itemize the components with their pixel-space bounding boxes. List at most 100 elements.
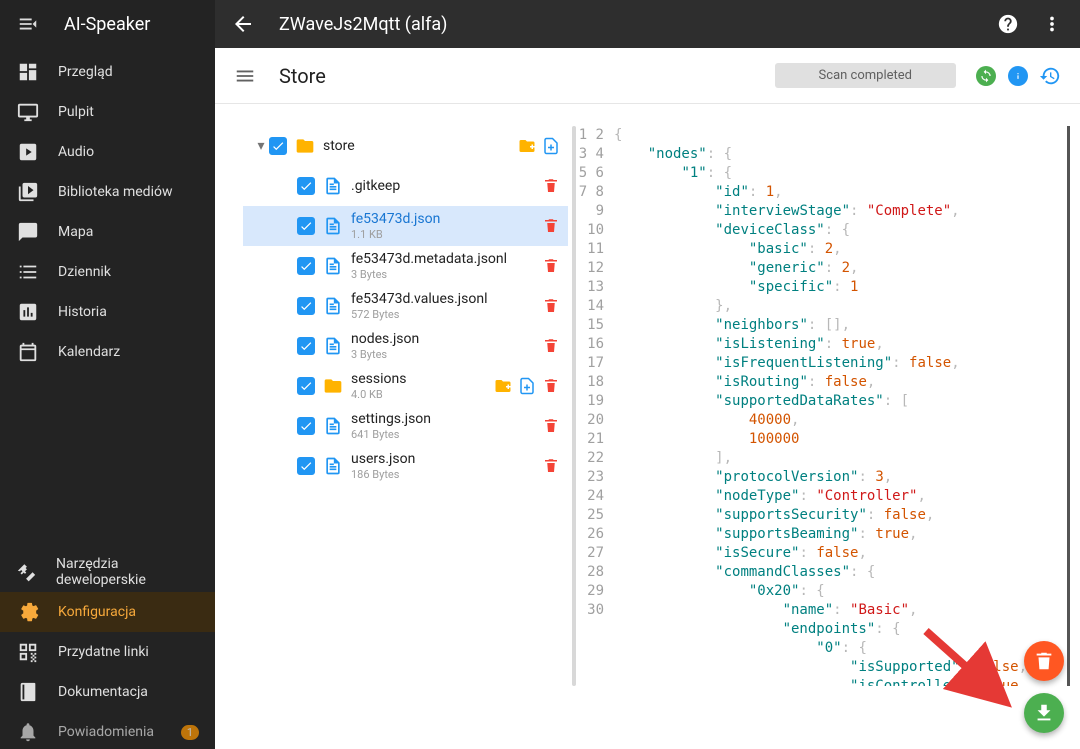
checkbox[interactable] [297, 337, 315, 355]
new-folder-icon[interactable] [494, 377, 512, 395]
file-size: 572 Bytes [351, 308, 542, 321]
new-file-icon[interactable] [518, 377, 536, 395]
file-name: users.json [351, 451, 542, 468]
file-icon [323, 216, 343, 236]
folder-icon [323, 376, 343, 396]
file-name: nodes.json [351, 331, 542, 348]
sidebar-item-label: Mapa [58, 224, 93, 240]
calendar-icon [16, 340, 40, 364]
more-icon[interactable] [1040, 12, 1064, 36]
file-tree: ▾ store .gitkeep fe53473d.json 1.1 KB fe… [243, 126, 568, 749]
sidebar-item-label: Biblioteka mediów [58, 184, 172, 200]
sidebar-item-label: Dokumentacja [58, 684, 148, 700]
delete-icon[interactable] [542, 417, 560, 435]
hammer-icon [16, 560, 38, 584]
file-size: 1.1 KB [351, 228, 542, 241]
folder-name: store [323, 138, 518, 155]
delete-icon[interactable] [542, 257, 560, 275]
hamburger-icon[interactable] [233, 64, 257, 88]
sub-title: Store [279, 64, 775, 88]
delete-icon[interactable] [542, 177, 560, 195]
history-button[interactable] [1038, 64, 1062, 88]
back-icon[interactable] [231, 12, 255, 36]
file-icon [323, 336, 343, 356]
help-icon[interactable] [996, 12, 1020, 36]
sidebar-item-label: Powiadomienia [58, 724, 154, 740]
checkbox[interactable] [297, 457, 315, 475]
file-icon [323, 416, 343, 436]
sidebar-item-label: Narzędzia deweloperskie [56, 556, 199, 588]
sidebar-item-history[interactable]: Historia [0, 292, 215, 332]
sidebar-item-media[interactable]: Biblioteka mediów [0, 172, 215, 212]
tree-item[interactable]: fe53473d.json 1.1 KB [243, 206, 568, 246]
checkbox[interactable] [297, 177, 315, 195]
delete-icon[interactable] [542, 377, 560, 395]
checkbox[interactable] [297, 377, 315, 395]
scan-completed-badge[interactable]: Scan completed [775, 63, 956, 88]
sidebar-item-label: Przydatne linki [58, 644, 149, 660]
tree-item[interactable]: sessions 4.0 KB [243, 366, 568, 406]
file-name: fe53473d.metadata.jsonl [351, 251, 542, 268]
bell-icon [16, 720, 40, 744]
sidebar-item-label: Audio [58, 144, 94, 160]
delete-icon[interactable] [542, 217, 560, 235]
sidebar-item-calendar[interactable]: Kalendarz [0, 332, 215, 372]
code-body[interactable]: { "nodes": { "1": { "id": 1, "interviewS… [614, 126, 1067, 686]
file-name: .gitkeep [351, 178, 542, 195]
sidebar-item-map[interactable]: Mapa [0, 212, 215, 252]
delete-icon[interactable] [542, 457, 560, 475]
sidebar-item-audio[interactable]: Audio [0, 132, 215, 172]
file-size: 3 Bytes [351, 268, 542, 281]
topbar: ZWaveJs2Mqtt (alfa) [215, 0, 1080, 48]
code-viewer: 1 2 3 4 5 6 7 8 9 10 11 12 13 14 15 16 1… [576, 126, 1070, 749]
new-folder-icon[interactable] [518, 137, 536, 155]
caret-down-icon[interactable]: ▾ [253, 138, 269, 154]
info-button[interactable] [1008, 66, 1028, 86]
new-file-icon[interactable] [542, 137, 560, 155]
download-fab[interactable] [1024, 693, 1064, 733]
sidebar-item-label: Pulpit [58, 104, 94, 120]
tree-item[interactable]: fe53473d.metadata.jsonl 3 Bytes [243, 246, 568, 286]
checkbox[interactable] [269, 137, 287, 155]
sidebar-item-label: Kalendarz [58, 344, 120, 360]
delete-icon[interactable] [542, 297, 560, 315]
book-icon [16, 680, 40, 704]
checkbox[interactable] [297, 257, 315, 275]
file-name: settings.json [351, 411, 542, 428]
file-name: sessions [351, 371, 494, 388]
list-icon [16, 260, 40, 284]
dashboard-icon [16, 60, 40, 84]
sidebar-item-docs[interactable]: Dokumentacja [0, 672, 215, 712]
file-size: 3 Bytes [351, 348, 542, 361]
sidebar-item-notifications[interactable]: Powiadomienia 1 [0, 712, 215, 749]
sidebar-item-links[interactable]: Przydatne linki [0, 632, 215, 672]
file-icon [323, 176, 343, 196]
sidebar-item-label: Konfiguracja [58, 604, 136, 620]
sync-button[interactable] [976, 66, 996, 86]
menu-collapse-icon[interactable] [16, 12, 40, 36]
sidebar-item-config[interactable]: Konfiguracja [0, 592, 215, 632]
line-gutter: 1 2 3 4 5 6 7 8 9 10 11 12 13 14 15 16 1… [576, 126, 614, 686]
sidebar-item-log[interactable]: Dziennik [0, 252, 215, 292]
tree-item[interactable]: nodes.json 3 Bytes [243, 326, 568, 366]
file-size: 186 Bytes [351, 468, 542, 481]
checkbox[interactable] [297, 217, 315, 235]
sidebar: AI-Speaker Przegląd Pulpit Audio Bibliot… [0, 0, 215, 749]
tree-item[interactable]: .gitkeep [243, 166, 568, 206]
file-size: 4.0 KB [351, 388, 494, 401]
page-title: ZWaveJs2Mqtt (alfa) [279, 14, 996, 35]
tree-item[interactable]: fe53473d.values.jsonl 572 Bytes [243, 286, 568, 326]
sidebar-item-desktop[interactable]: Pulpit [0, 92, 215, 132]
checkbox[interactable] [297, 297, 315, 315]
delete-fab[interactable] [1024, 641, 1064, 681]
file-name: fe53473d.values.jsonl [351, 291, 542, 308]
tree-root[interactable]: ▾ store [243, 126, 568, 166]
subbar: Store Scan completed [215, 48, 1080, 104]
checkbox[interactable] [297, 417, 315, 435]
sidebar-item-overview[interactable]: Przegląd [0, 52, 215, 92]
delete-icon[interactable] [542, 337, 560, 355]
tree-item[interactable]: settings.json 641 Bytes [243, 406, 568, 446]
tree-item[interactable]: users.json 186 Bytes [243, 446, 568, 486]
folder-icon [295, 136, 315, 156]
sidebar-item-devtools[interactable]: Narzędzia deweloperskie [0, 552, 215, 592]
